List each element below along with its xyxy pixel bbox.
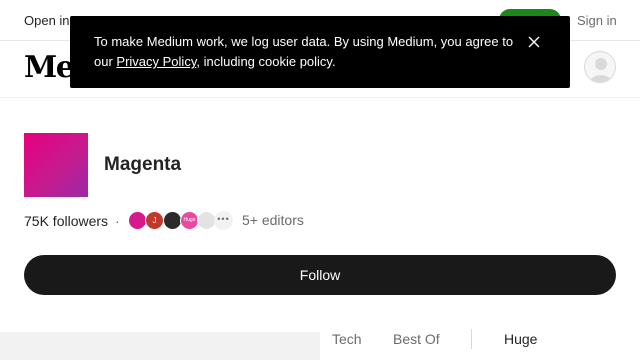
publication-logo <box>24 133 88 197</box>
followers-count[interactable]: 75K followers <box>24 213 108 229</box>
more-editors-icon[interactable]: ••• <box>214 211 233 230</box>
privacy-policy-link[interactable]: Privacy Policy <box>116 54 196 69</box>
sign-in-link[interactable]: Sign in <box>577 13 617 28</box>
banner-text-end: , including cookie policy. <box>196 54 336 69</box>
tab-best-of[interactable]: Best Of <box>393 331 440 347</box>
follow-button[interactable]: Follow <box>24 255 616 295</box>
publication-stats: 75K followers · J Huge ••• 5+ editors <box>24 210 424 230</box>
tab-huge[interactable]: Huge <box>504 331 537 347</box>
featured-image-placeholder <box>0 332 320 360</box>
close-banner-button[interactable] <box>524 32 544 52</box>
user-avatar[interactable] <box>584 51 616 83</box>
close-icon <box>528 36 540 48</box>
editors-count[interactable]: 5+ editors <box>242 212 304 228</box>
separator-dot: · <box>115 213 120 229</box>
publication-tabs: Tech Best Of Huge <box>320 320 640 360</box>
editor-avatar[interactable]: J <box>145 211 164 230</box>
tab-tech[interactable]: Tech <box>332 331 362 347</box>
publication-name: Magenta <box>104 154 182 175</box>
cookie-banner: To make Medium work, we log user data. B… <box>70 16 570 88</box>
tab-divider <box>471 329 472 349</box>
user-icon <box>590 58 612 82</box>
